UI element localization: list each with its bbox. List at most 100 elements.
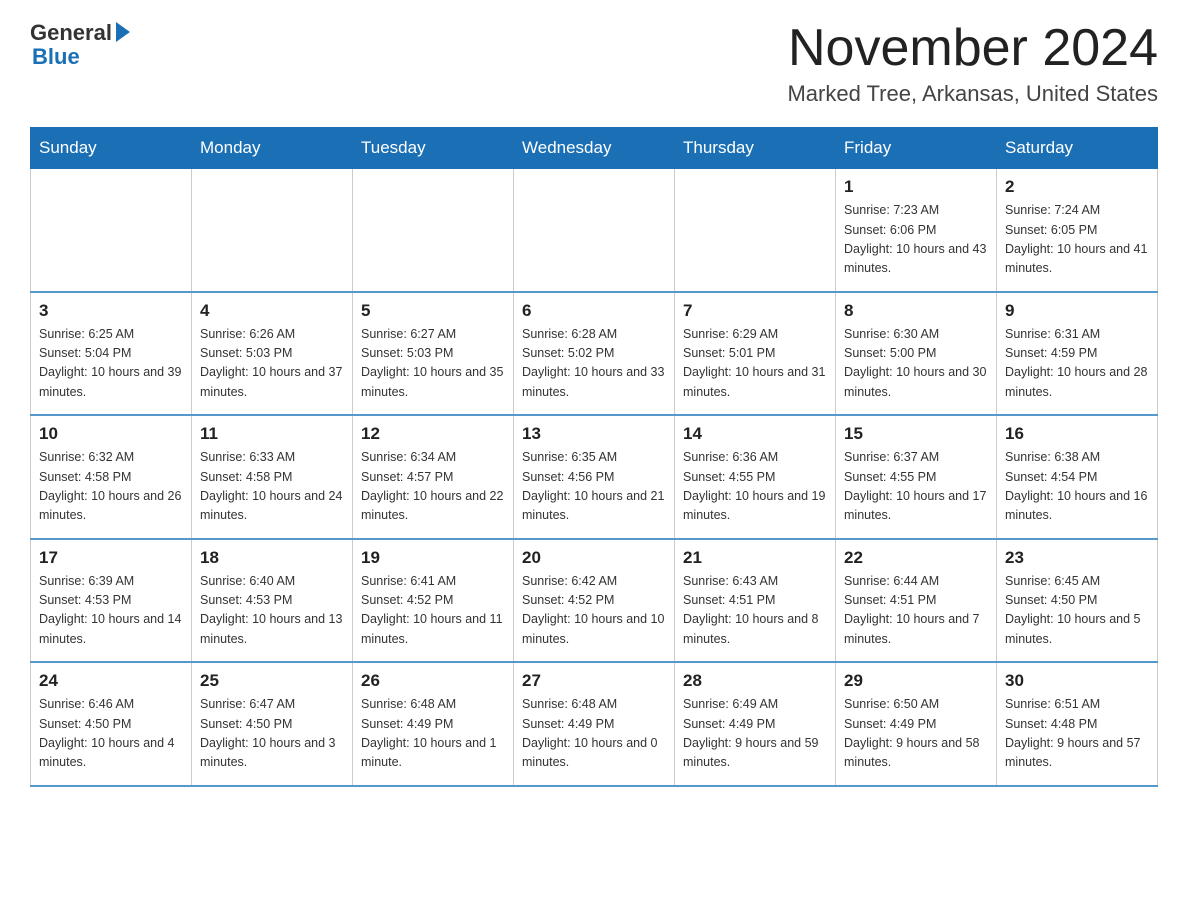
logo-general-text: General — [30, 20, 112, 46]
day-number: 20 — [522, 548, 666, 568]
title-section: November 2024 Marked Tree, Arkansas, Uni… — [787, 20, 1158, 107]
calendar-cell: 18 Sunrise: 6:40 AM Sunset: 4:53 PM Dayli… — [192, 539, 353, 663]
day-header-sunday: Sunday — [31, 128, 192, 169]
day-info: Sunrise: 6:49 AM Sunset: 4:49 PM Dayligh… — [683, 695, 827, 773]
day-number: 13 — [522, 424, 666, 444]
day-number: 27 — [522, 671, 666, 691]
day-info: Sunrise: 6:41 AM Sunset: 4:52 PM Dayligh… — [361, 572, 505, 650]
calendar-cell: 25Sunrise: 6:47 AM Sunset: 4:50 PM Dayli… — [192, 662, 353, 786]
calendar-cell: 16Sunrise: 6:38 AM Sunset: 4:54 PM Dayli… — [997, 415, 1158, 539]
day-number: 16 — [1005, 424, 1149, 444]
calendar-cell: 3 Sunrise: 6:25 AM Sunset: 5:04 PM Daylig… — [31, 292, 192, 416]
day-header-wednesday: Wednesday — [514, 128, 675, 169]
calendar-cell: 6 Sunrise: 6:28 AM Sunset: 5:02 PM Daylig… — [514, 292, 675, 416]
logo: General Blue — [30, 20, 130, 70]
calendar-cell: 15 Sunrise: 6:37 AM Sunset: 4:55 PM Dayli… — [836, 415, 997, 539]
calendar-cell — [353, 169, 514, 292]
day-header-saturday: Saturday — [997, 128, 1158, 169]
calendar-cell — [192, 169, 353, 292]
location-subtitle: Marked Tree, Arkansas, United States — [787, 81, 1158, 107]
day-info: Sunrise: 6:30 AM Sunset: 5:00 PM Dayligh… — [844, 325, 988, 403]
day-number: 22 — [844, 548, 988, 568]
calendar-cell: 30 Sunrise: 6:51 AM Sunset: 4:48 PM Dayli… — [997, 662, 1158, 786]
day-info: Sunrise: 6:43 AM Sunset: 4:51 PM Dayligh… — [683, 572, 827, 650]
day-info: Sunrise: 6:48 AM Sunset: 4:49 PM Dayligh… — [361, 695, 505, 773]
calendar-cell: 17 Sunrise: 6:39 AM Sunset: 4:53 PM Dayli… — [31, 539, 192, 663]
logo-arrow-icon — [116, 22, 130, 42]
day-info: Sunrise: 6:37 AM Sunset: 4:55 PM Dayligh… — [844, 448, 988, 526]
calendar-cell: 11Sunrise: 6:33 AM Sunset: 4:58 PM Dayli… — [192, 415, 353, 539]
day-number: 15 — [844, 424, 988, 444]
day-info: Sunrise: 6:34 AM Sunset: 4:57 PM Dayligh… — [361, 448, 505, 526]
day-number: 1 — [844, 177, 988, 197]
day-number: 21 — [683, 548, 827, 568]
day-number: 10 — [39, 424, 183, 444]
calendar-cell: 27 Sunrise: 6:48 AM Sunset: 4:49 PM Dayli… — [514, 662, 675, 786]
calendar-cell: 20 Sunrise: 6:42 AM Sunset: 4:52 PM Dayli… — [514, 539, 675, 663]
day-info: Sunrise: 6:44 AM Sunset: 4:51 PM Dayligh… — [844, 572, 988, 650]
day-number: 4 — [200, 301, 344, 321]
calendar-week-row: 1 Sunrise: 7:23 AM Sunset: 6:06 PM Daylig… — [31, 169, 1158, 292]
calendar-header-row: SundayMondayTuesdayWednesdayThursdayFrid… — [31, 128, 1158, 169]
day-info: Sunrise: 6:26 AM Sunset: 5:03 PM Dayligh… — [200, 325, 344, 403]
day-number: 5 — [361, 301, 505, 321]
day-header-friday: Friday — [836, 128, 997, 169]
page-header: General Blue November 2024 Marked Tree, … — [30, 20, 1158, 107]
day-info: Sunrise: 6:46 AM Sunset: 4:50 PM Dayligh… — [39, 695, 183, 773]
day-info: Sunrise: 6:50 AM Sunset: 4:49 PM Dayligh… — [844, 695, 988, 773]
day-info: Sunrise: 6:42 AM Sunset: 4:52 PM Dayligh… — [522, 572, 666, 650]
day-number: 28 — [683, 671, 827, 691]
day-info: Sunrise: 6:27 AM Sunset: 5:03 PM Dayligh… — [361, 325, 505, 403]
day-number: 24 — [39, 671, 183, 691]
calendar-cell: 13 Sunrise: 6:35 AM Sunset: 4:56 PM Dayli… — [514, 415, 675, 539]
calendar-week-row: 10 Sunrise: 6:32 AM Sunset: 4:58 PM Dayli… — [31, 415, 1158, 539]
day-info: Sunrise: 7:23 AM Sunset: 6:06 PM Dayligh… — [844, 201, 988, 279]
calendar-table: SundayMondayTuesdayWednesdayThursdayFrid… — [30, 127, 1158, 787]
month-title: November 2024 — [787, 20, 1158, 77]
day-number: 8 — [844, 301, 988, 321]
calendar-cell — [675, 169, 836, 292]
calendar-week-row: 3 Sunrise: 6:25 AM Sunset: 5:04 PM Daylig… — [31, 292, 1158, 416]
day-number: 19 — [361, 548, 505, 568]
calendar-cell: 7 Sunrise: 6:29 AM Sunset: 5:01 PM Daylig… — [675, 292, 836, 416]
calendar-cell: 29Sunrise: 6:50 AM Sunset: 4:49 PM Dayli… — [836, 662, 997, 786]
day-number: 11 — [200, 424, 344, 444]
day-info: Sunrise: 6:39 AM Sunset: 4:53 PM Dayligh… — [39, 572, 183, 650]
day-info: Sunrise: 6:48 AM Sunset: 4:49 PM Dayligh… — [522, 695, 666, 773]
day-number: 12 — [361, 424, 505, 444]
day-number: 7 — [683, 301, 827, 321]
calendar-cell: 5 Sunrise: 6:27 AM Sunset: 5:03 PM Daylig… — [353, 292, 514, 416]
calendar-cell: 24 Sunrise: 6:46 AM Sunset: 4:50 PM Dayli… — [31, 662, 192, 786]
calendar-cell: 1 Sunrise: 7:23 AM Sunset: 6:06 PM Daylig… — [836, 169, 997, 292]
calendar-cell: 2 Sunrise: 7:24 AM Sunset: 6:05 PM Daylig… — [997, 169, 1158, 292]
day-number: 18 — [200, 548, 344, 568]
day-number: 2 — [1005, 177, 1149, 197]
day-info: Sunrise: 6:29 AM Sunset: 5:01 PM Dayligh… — [683, 325, 827, 403]
day-info: Sunrise: 6:40 AM Sunset: 4:53 PM Dayligh… — [200, 572, 344, 650]
day-number: 30 — [1005, 671, 1149, 691]
day-info: Sunrise: 6:28 AM Sunset: 5:02 PM Dayligh… — [522, 325, 666, 403]
calendar-cell: 10 Sunrise: 6:32 AM Sunset: 4:58 PM Dayli… — [31, 415, 192, 539]
calendar-cell: 9Sunrise: 6:31 AM Sunset: 4:59 PM Daylig… — [997, 292, 1158, 416]
day-info: Sunrise: 7:24 AM Sunset: 6:05 PM Dayligh… — [1005, 201, 1149, 279]
day-header-tuesday: Tuesday — [353, 128, 514, 169]
day-number: 6 — [522, 301, 666, 321]
calendar-week-row: 24 Sunrise: 6:46 AM Sunset: 4:50 PM Dayli… — [31, 662, 1158, 786]
day-info: Sunrise: 6:36 AM Sunset: 4:55 PM Dayligh… — [683, 448, 827, 526]
calendar-cell: 8 Sunrise: 6:30 AM Sunset: 5:00 PM Daylig… — [836, 292, 997, 416]
calendar-cell: 19 Sunrise: 6:41 AM Sunset: 4:52 PM Dayli… — [353, 539, 514, 663]
day-info: Sunrise: 6:51 AM Sunset: 4:48 PM Dayligh… — [1005, 695, 1149, 773]
day-number: 25 — [200, 671, 344, 691]
day-info: Sunrise: 6:35 AM Sunset: 4:56 PM Dayligh… — [522, 448, 666, 526]
calendar-cell: 28 Sunrise: 6:49 AM Sunset: 4:49 PM Dayli… — [675, 662, 836, 786]
day-header-monday: Monday — [192, 128, 353, 169]
day-info: Sunrise: 6:25 AM Sunset: 5:04 PM Dayligh… — [39, 325, 183, 403]
logo-blue-text: Blue — [32, 44, 80, 70]
day-number: 14 — [683, 424, 827, 444]
calendar-cell: 21 Sunrise: 6:43 AM Sunset: 4:51 PM Dayli… — [675, 539, 836, 663]
calendar-cell: 12 Sunrise: 6:34 AM Sunset: 4:57 PM Dayli… — [353, 415, 514, 539]
day-number: 17 — [39, 548, 183, 568]
day-number: 3 — [39, 301, 183, 321]
day-info: Sunrise: 6:32 AM Sunset: 4:58 PM Dayligh… — [39, 448, 183, 526]
day-header-thursday: Thursday — [675, 128, 836, 169]
